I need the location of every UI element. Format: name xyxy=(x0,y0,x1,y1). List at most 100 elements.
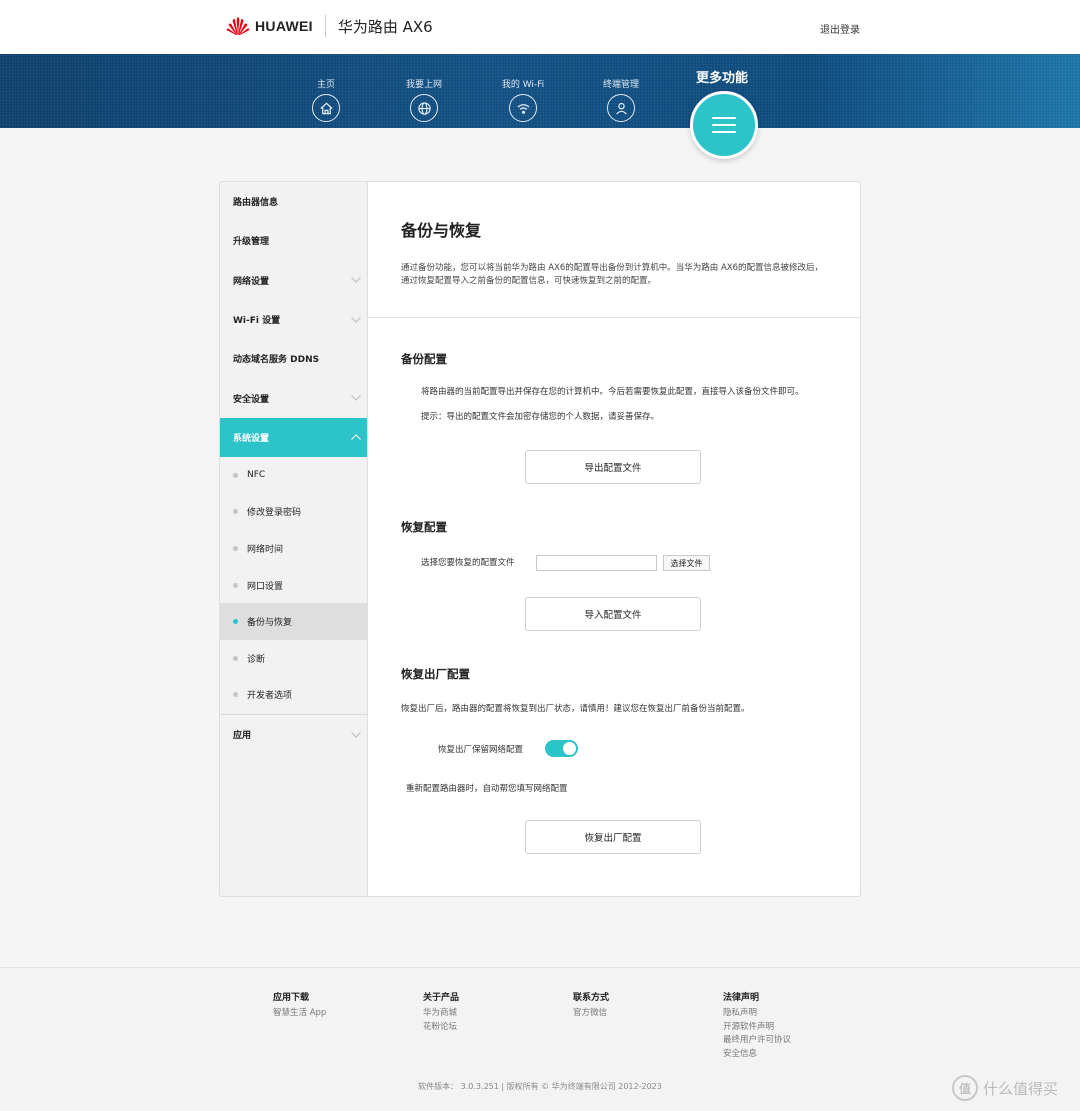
bullet-dot xyxy=(233,619,238,625)
page-intro: 通过备份功能，您可以将当前华为路由 AX6的配置导出备份到计算机中。当华为路由 … xyxy=(401,263,823,286)
sidebar-item-network[interactable]: 网络设置 xyxy=(220,261,367,300)
home-icon xyxy=(312,94,340,122)
backup-description: 将路由器的当前配置导出并保存在您的计算机中。今后若需要恢复此配置，直接导入该备份… xyxy=(421,387,804,397)
choose-file-button[interactable]: 选择文件 xyxy=(663,555,710,571)
sidebar-item-label: Wi-Fi 设置 xyxy=(233,316,281,327)
import-config-button[interactable]: 导入配置文件 xyxy=(525,597,701,631)
keep-network-toggle[interactable] xyxy=(545,740,578,757)
restore-section-title: 恢复配置 xyxy=(401,520,447,534)
sidebar-subitem-password[interactable]: 修改登录密码 xyxy=(220,494,367,531)
footer-link[interactable]: 开源软件声明 xyxy=(723,1021,791,1035)
nav-more-label: 更多功能 xyxy=(695,71,748,86)
product-name: 华为路由 AX6 xyxy=(337,17,433,36)
sidebar-subitem-label: 备份与恢复 xyxy=(247,618,293,629)
settings-card: 路由器信息 升级管理 网络设置 Wi-Fi 设置 动态域名服务 DDNS 安全设… xyxy=(219,181,861,897)
nav-wifi-label: 我的 Wi-Fi xyxy=(501,80,545,90)
section-divider xyxy=(368,317,860,318)
sidebar-subitem-time[interactable]: 网络时间 xyxy=(220,530,367,567)
sidebar-subitem-nfc[interactable]: NFC xyxy=(220,457,367,494)
factory-description: 恢复出厂后，路由器的配置将恢复到出厂状态，请慎用！建议您在恢复出厂前备份当前配置… xyxy=(401,704,750,714)
sidebar-subitem-label: 开发者选项 xyxy=(247,691,293,702)
nav-internet-label: 我要上网 xyxy=(405,80,442,90)
footer-heading: 应用下载 xyxy=(273,993,310,1003)
footer-column-product: 关于产品 华为商城 花粉论坛 xyxy=(423,990,459,1034)
nav-internet[interactable]: 我要上网 xyxy=(384,54,464,122)
bullet-dot xyxy=(233,692,238,698)
nav-home-label: 主页 xyxy=(316,80,335,90)
sidebar-item-upgrade[interactable]: 升级管理 xyxy=(220,221,367,260)
watermark: 值 什么值得买 xyxy=(952,1075,1058,1101)
sidebar-subitem-developer[interactable]: 开发者选项 xyxy=(220,677,367,714)
sidebar-item-label: 安全设置 xyxy=(233,394,270,405)
backup-tip: 提示：导出的配置文件会加密存储您的个人数据，请妥善保存。 xyxy=(421,412,660,422)
nav-wifi[interactable]: 我的 Wi-Fi xyxy=(483,54,563,122)
sidebar-item-label: 升级管理 xyxy=(233,237,270,248)
footer-link[interactable]: 华为商城 xyxy=(423,1007,459,1021)
sidebar-item-ddns[interactable]: 动态域名服务 DDNS xyxy=(220,339,367,378)
sidebar-item-security[interactable]: 安全设置 xyxy=(220,378,367,417)
page-title: 备份与恢复 xyxy=(401,221,482,240)
main-nav: 主页 我要上网 我的 Wi-Fi 终端管理 更多功能 xyxy=(0,54,1080,128)
sidebar-item-system[interactable]: 系统设置 xyxy=(220,417,367,458)
sidebar-item-label: 系统设置 xyxy=(233,433,270,444)
logo: HUAWEI 华为路由 AX6 xyxy=(226,15,433,37)
sidebar-item-router-info[interactable]: 路由器信息 xyxy=(220,182,367,221)
footer-column-contact: 联系方式 官方微信 xyxy=(573,990,609,1021)
nav-devices[interactable]: 终端管理 xyxy=(581,54,661,122)
restore-file-input[interactable] xyxy=(536,555,657,571)
watermark-text: 什么值得买 xyxy=(983,1079,1059,1098)
chevron-down-icon xyxy=(351,395,361,401)
chevron-up-icon xyxy=(351,434,361,441)
export-config-button[interactable]: 导出配置文件 xyxy=(525,450,701,484)
huawei-logo-icon xyxy=(226,17,250,36)
factory-reset-button[interactable]: 恢复出厂配置 xyxy=(525,820,701,854)
bullet-dot xyxy=(233,472,238,478)
nav-home[interactable]: 主页 xyxy=(286,54,366,122)
nav-more[interactable]: 更多功能 xyxy=(682,54,762,86)
footer-link[interactable]: 最终用户许可协议 xyxy=(723,1034,791,1048)
chevron-down-icon xyxy=(351,316,361,323)
footer-heading: 关于产品 xyxy=(423,993,460,1003)
sidebar-subitem-label: 诊断 xyxy=(247,654,266,665)
sidebar-subitem-label: 网口设置 xyxy=(247,581,284,592)
logout-link[interactable]: 退出登录 xyxy=(820,21,860,36)
restore-file-label: 选择您要恢复的配置文件 xyxy=(421,558,515,568)
bullet-dot xyxy=(233,546,238,552)
sidebar-subitem-label: NFC xyxy=(247,470,266,481)
sidebar-item-label: 动态域名服务 DDNS xyxy=(233,355,320,366)
factory-section-title: 恢复出厂配置 xyxy=(401,667,470,681)
bullet-dot xyxy=(233,655,238,661)
bullet-dot xyxy=(233,582,238,588)
bullet-dot xyxy=(233,509,238,515)
footer-column-download: 应用下载 智慧生活 App xyxy=(273,990,326,1021)
chevron-down-icon xyxy=(351,277,361,283)
footer-link[interactable]: 花粉论坛 xyxy=(423,1021,459,1035)
sidebar-subitem-label: 修改登录密码 xyxy=(247,508,302,519)
footer-link[interactable]: 安全信息 xyxy=(723,1048,791,1062)
footer-link[interactable]: 智慧生活 App xyxy=(273,1007,326,1021)
sidebar-item-label: 网络设置 xyxy=(233,276,270,287)
footer-heading: 联系方式 xyxy=(573,993,610,1003)
sidebar-item-wifi[interactable]: Wi-Fi 设置 xyxy=(220,300,367,339)
sidebar-subitem-diagnose[interactable]: 诊断 xyxy=(220,640,367,677)
backup-section-title: 备份配置 xyxy=(401,352,447,366)
sidebar-item-label: 路由器信息 xyxy=(233,198,279,209)
nav-devices-label: 终端管理 xyxy=(602,80,639,90)
chevron-down-icon xyxy=(351,732,361,738)
sidebar-subitem-backup[interactable]: 备份与恢复 xyxy=(220,603,367,641)
footer-link[interactable]: 隐私声明 xyxy=(723,1007,791,1021)
footer-link[interactable]: 官方微信 xyxy=(573,1007,609,1021)
footer: 应用下载 智慧生活 App 关于产品 华为商城 花粉论坛 联系方式 官方微信 法… xyxy=(0,967,1080,1111)
menu-icon[interactable] xyxy=(690,91,758,159)
toggle-knob xyxy=(563,742,576,755)
brand-name: HUAWEI xyxy=(255,18,313,34)
sidebar-subitem-label: 网络时间 xyxy=(247,545,284,556)
globe-icon xyxy=(410,94,438,122)
keep-network-description: 重新配置路由器时，自动帮您填写网络配置 xyxy=(406,784,568,794)
footer-heading: 法律声明 xyxy=(723,993,760,1003)
sidebar-item-label: 应用 xyxy=(233,731,252,742)
user-icon xyxy=(607,94,635,122)
sidebar-item-apps[interactable]: 应用 xyxy=(220,715,367,754)
logo-divider xyxy=(324,15,326,37)
sidebar-subitem-ports[interactable]: 网口设置 xyxy=(220,567,367,604)
